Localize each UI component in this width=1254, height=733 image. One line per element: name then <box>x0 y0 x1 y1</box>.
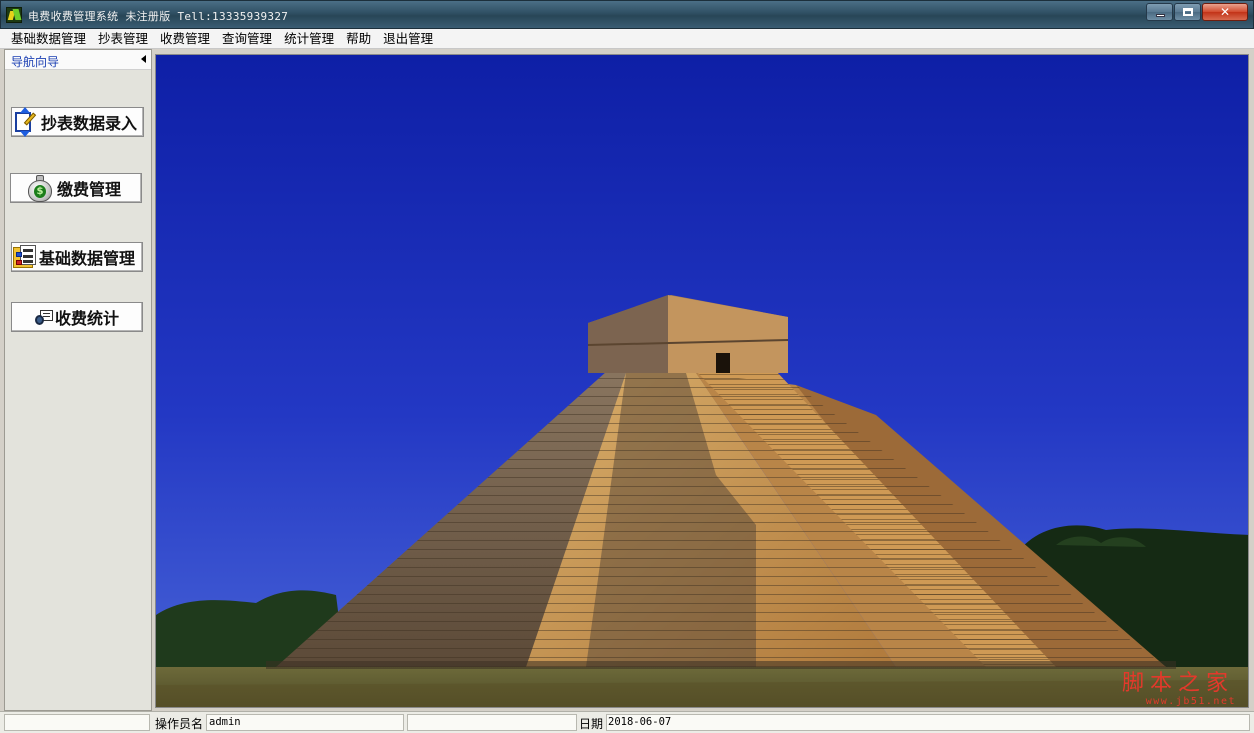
charge-stats-button[interactable]: 收费统计 <box>11 302 143 332</box>
edit-notebook-icon <box>10 107 40 137</box>
charge-stats-label: 收费统计 <box>55 309 120 328</box>
collapse-arrow-icon[interactable] <box>141 55 146 63</box>
menu-basic-data[interactable]: 基础数据管理 <box>5 29 92 49</box>
operator-label: 操作员名 <box>155 717 204 731</box>
nav-panel-header: 导航向导 <box>5 50 151 70</box>
maximize-icon <box>1183 8 1193 16</box>
basic-data-button[interactable]: 基础数据管理 <box>11 242 143 272</box>
payment-label: 缴费管理 <box>57 180 122 199</box>
app-icon <box>6 7 22 23</box>
date-label: 日期 <box>579 717 604 731</box>
status-cell-middle <box>407 714 577 731</box>
money-bag-icon: $ <box>25 174 55 202</box>
menu-charges[interactable]: 收费管理 <box>154 29 216 49</box>
status-bar: 操作员名 admin 日期 2018-06-07 <box>0 711 1254 733</box>
title-bar: 电费收费管理系统 未注册版 Tell:13335939327 ✕ <box>0 0 1254 29</box>
menu-help[interactable]: 帮助 <box>340 29 377 49</box>
stats-icon <box>34 307 54 327</box>
menu-statistics[interactable]: 统计管理 <box>278 29 340 49</box>
pyramid-photo <box>156 55 1248 707</box>
minimize-icon <box>1156 14 1165 17</box>
meter-entry-label: 抄表数据录入 <box>41 114 138 133</box>
basic-data-label: 基础数据管理 <box>39 249 136 268</box>
date-value: 2018-06-07 <box>608 716 672 728</box>
main-background-image: 脚本之家 www.jb51.net <box>155 54 1249 708</box>
menu-query[interactable]: 查询管理 <box>216 29 278 49</box>
nav-panel: 导航向导 抄表数据录入 $ 缴费管理 基础数据管理 收费统计 <box>4 49 152 711</box>
date-field: 2018-06-07 <box>606 714 1250 731</box>
maximize-button[interactable] <box>1174 3 1201 21</box>
window-title: 电费收费管理系统 未注册版 Tell:13335939327 <box>28 10 289 23</box>
operator-value: admin <box>209 716 241 728</box>
nav-panel-title: 导航向导 <box>11 55 60 69</box>
operator-field: admin <box>206 714 404 731</box>
watermark-url: www.jb51.net <box>1145 696 1236 707</box>
payment-button[interactable]: $ 缴费管理 <box>10 173 142 203</box>
folder-list-icon <box>12 244 38 270</box>
menu-meter-reading[interactable]: 抄表管理 <box>92 29 154 49</box>
close-button[interactable]: ✕ <box>1202 3 1248 21</box>
status-cell-empty <box>4 714 150 731</box>
menu-bar: 基础数据管理 抄表管理 收费管理 查询管理 统计管理 帮助 退出管理 <box>0 29 1254 49</box>
window-controls: ✕ <box>1145 3 1248 21</box>
watermark-text: 脚本之家 <box>1121 671 1234 696</box>
minimize-button[interactable] <box>1146 3 1173 21</box>
meter-entry-button[interactable]: 抄表数据录入 <box>11 107 144 137</box>
menu-exit[interactable]: 退出管理 <box>377 29 439 49</box>
close-icon: ✕ <box>1219 5 1231 19</box>
